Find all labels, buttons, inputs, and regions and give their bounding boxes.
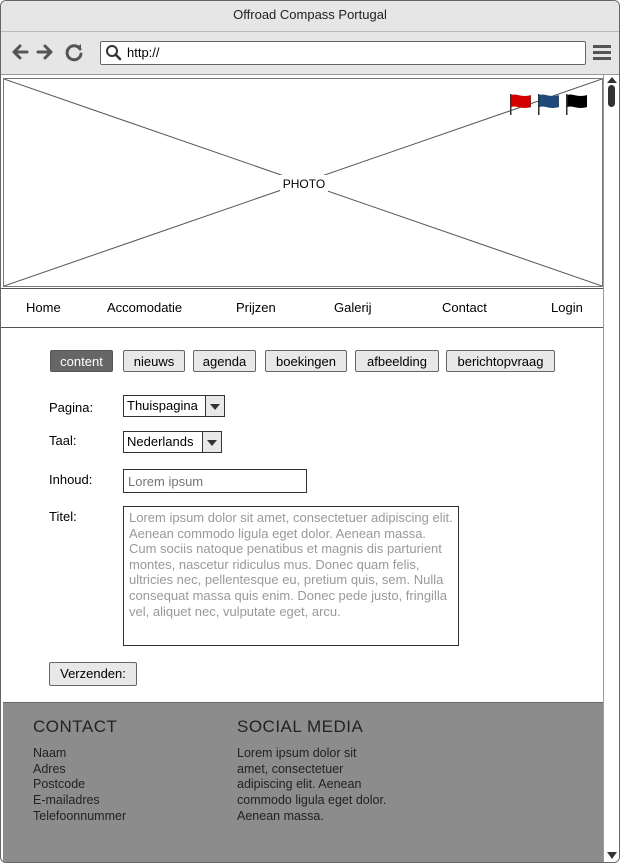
nav-item-prijzen[interactable]: Prijzen bbox=[236, 289, 276, 327]
footer-social-line: adipiscing elit. Aenean bbox=[237, 777, 362, 792]
vertical-scrollbar[interactable] bbox=[603, 75, 619, 862]
window-titlebar: Offroad Compass Portugal bbox=[1, 1, 619, 32]
flag-icon-black[interactable] bbox=[563, 93, 589, 115]
flag-icon-red[interactable] bbox=[507, 93, 533, 115]
footer-contact-item: Telefoonnummer bbox=[33, 808, 127, 823]
tab-content[interactable]: content bbox=[50, 350, 113, 372]
footer-contact-item: Postcode bbox=[33, 777, 86, 792]
tab-afbeelding[interactable]: afbeelding bbox=[355, 350, 439, 372]
footer-contact-list: Naam Adres Postcode E-mailadres Telefoon… bbox=[33, 746, 126, 825]
footer: CONTACT Naam Adres Postcode E-mailadres … bbox=[3, 702, 603, 862]
titel-label: Titel: bbox=[49, 509, 77, 524]
hero-photo-placeholder: PHOTO bbox=[3, 78, 603, 287]
hamburger-menu-icon[interactable] bbox=[592, 44, 612, 62]
nav-item-login[interactable]: Login bbox=[551, 289, 583, 327]
tab-nieuws[interactable]: nieuws bbox=[123, 350, 185, 372]
inhoud-input[interactable] bbox=[123, 469, 307, 493]
reload-icon[interactable] bbox=[63, 41, 85, 63]
chevron-down-icon bbox=[202, 432, 221, 452]
scroll-down-arrow-icon[interactable] bbox=[607, 852, 617, 859]
scroll-up-arrow-icon[interactable] bbox=[607, 77, 617, 83]
footer-social-line: commodo ligula eget dolor. bbox=[237, 793, 387, 808]
taal-select-value: Nederlands bbox=[127, 434, 194, 449]
nav-item-home[interactable]: Home bbox=[26, 289, 61, 327]
arrow-right-icon[interactable] bbox=[34, 41, 56, 63]
footer-social-line: Lorem ipsum dolor sit bbox=[237, 746, 357, 760]
footer-contact-item: Naam bbox=[33, 746, 67, 760]
taal-select[interactable]: Nederlands bbox=[123, 431, 222, 453]
inhoud-label: Inhoud: bbox=[49, 472, 93, 487]
taal-label: Taal: bbox=[49, 433, 77, 448]
tab-agenda[interactable]: agenda bbox=[193, 350, 256, 372]
footer-social-title: SOCIAL MEDIA bbox=[237, 717, 364, 736]
arrow-left-icon[interactable] bbox=[9, 41, 31, 63]
verzenden-button[interactable]: Verzenden: bbox=[49, 662, 137, 686]
footer-social-line: Aenean massa. bbox=[237, 808, 324, 823]
pagina-select-value: Thuispagina bbox=[127, 398, 198, 413]
chevron-down-icon bbox=[205, 396, 224, 416]
footer-social-text: Lorem ipsum dolor sit amet, consectetuer… bbox=[237, 746, 386, 825]
pagina-label: Pagina: bbox=[49, 400, 94, 415]
address-bar[interactable]: http:// bbox=[100, 41, 586, 65]
pagina-select[interactable]: Thuispagina bbox=[123, 395, 225, 417]
photo-label: PHOTO bbox=[280, 175, 328, 193]
titel-textarea[interactable]: Lorem ipsum dolor sit amet, consectetuer… bbox=[123, 506, 459, 646]
window-title: Offroad Compass Portugal bbox=[233, 7, 387, 22]
tab-boekingen[interactable]: boekingen bbox=[265, 350, 347, 372]
tab-berichtopvraag[interactable]: berichtopvraag bbox=[446, 350, 555, 372]
browser-window: Offroad Compass Portugal http:// PHOTO H… bbox=[0, 0, 620, 863]
main-navigation: Home Accomodatie Prijzen Galerij Contact… bbox=[1, 288, 603, 328]
flag-icon-blue[interactable] bbox=[535, 93, 561, 115]
address-text: http:// bbox=[127, 45, 160, 60]
page-content: PHOTO Home Accomodatie Prijzen Galerij C… bbox=[1, 75, 603, 862]
nav-item-galerij[interactable]: Galerij bbox=[334, 289, 372, 327]
footer-social-line: amet, consectetuer bbox=[237, 761, 344, 776]
nav-item-contact[interactable]: Contact bbox=[442, 289, 487, 327]
search-icon bbox=[106, 45, 122, 61]
footer-contact-title: CONTACT bbox=[33, 717, 118, 736]
nav-item-accomodatie[interactable]: Accomodatie bbox=[107, 289, 182, 327]
footer-contact-item: E-mailadres bbox=[33, 793, 100, 808]
language-flags bbox=[507, 93, 591, 115]
footer-contact-item: Adres bbox=[33, 761, 66, 776]
scrollbar-thumb[interactable] bbox=[608, 85, 615, 107]
browser-toolbar: http:// bbox=[1, 32, 619, 75]
